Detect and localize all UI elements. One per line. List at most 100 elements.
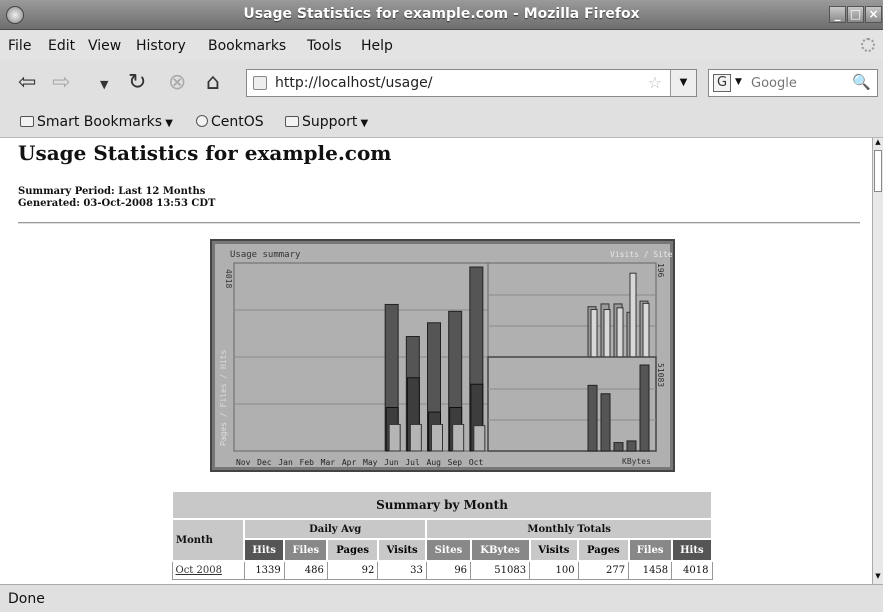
- menu-bookmarks[interactable]: Bookmarks: [208, 38, 286, 54]
- menu-bar: File Edit View History Bookmarks Tools H…: [0, 30, 883, 60]
- column-header: Hits: [242, 538, 286, 562]
- table-cell: 51083: [470, 560, 531, 580]
- site-favicon-icon: [253, 76, 267, 90]
- column-header: Visits: [528, 538, 580, 562]
- home-icon[interactable]: ⌂: [206, 70, 220, 95]
- divider: [18, 222, 860, 224]
- bookmark-smart-bookmarks[interactable]: Smart Bookmarks ▼: [20, 114, 173, 130]
- table-row: Oct 2008 1339 486 92 33 96 51083 100 277…: [171, 560, 713, 580]
- chart-title: Usage summary: [230, 250, 301, 260]
- column-header: Sites: [425, 538, 472, 562]
- menu-view[interactable]: View: [88, 38, 121, 54]
- sites-bar: [590, 309, 598, 358]
- scroll-thumb[interactable]: [874, 150, 882, 192]
- sites-bar: [642, 302, 650, 358]
- kbytes-bar: [613, 442, 624, 452]
- sites-bar: [629, 272, 637, 358]
- window-title: Usage Statistics for example.com - Mozil…: [243, 6, 640, 22]
- reload-icon[interactable]: ↻: [128, 70, 146, 95]
- month-link[interactable]: Oct 2008: [171, 560, 245, 580]
- x-tick-label: Jul: [405, 458, 420, 467]
- page-icon: [196, 115, 208, 127]
- url-bar[interactable]: http://localhost/usage/ ☆ ▼: [246, 69, 697, 97]
- chart-left-max-label: 4018: [224, 269, 233, 288]
- chart-legend-right: Visits / Sites: [610, 250, 673, 259]
- kbytes-bar: [626, 440, 637, 452]
- bookmark-support[interactable]: Support ▼: [285, 114, 368, 130]
- usage-summary-chart: Usage summary Visits / Sites Pages / Fil…: [210, 239, 675, 472]
- table-cell: 96: [425, 560, 472, 580]
- x-tick-label: Feb: [300, 458, 315, 467]
- x-tick-label: Aug: [427, 458, 442, 467]
- page-content: Usage Statistics for example.com Summary…: [0, 138, 872, 584]
- table-caption: Summary by Month: [171, 490, 713, 520]
- pages-bar: [431, 423, 443, 452]
- month-column-header: Month: [171, 518, 245, 562]
- chart-right-top-max-label: 196: [656, 263, 665, 278]
- bookmarks-toolbar: Smart Bookmarks ▼ CentOS Support ▼: [0, 106, 883, 138]
- x-tick-label: Jun: [384, 458, 399, 467]
- column-header: Pages: [326, 538, 379, 562]
- folder-icon: [20, 116, 34, 127]
- table-cell: 33: [377, 560, 427, 580]
- bookmark-star-icon[interactable]: ☆: [648, 73, 662, 92]
- menu-tools[interactable]: Tools: [307, 38, 342, 54]
- x-tick-label: Nov: [236, 458, 251, 467]
- bookmark-centos[interactable]: CentOS: [196, 114, 264, 130]
- kbytes-bar: [600, 393, 611, 452]
- sites-bar: [603, 309, 611, 358]
- search-engine-dropdown-icon[interactable]: ▼: [735, 77, 742, 87]
- status-bar: Done: [0, 584, 883, 612]
- navigation-toolbar: ⇦ ⇨ ▼ ↻ ⊗ ⌂ http://localhost/usage/ ☆ ▼ …: [0, 60, 883, 106]
- activity-throbber-icon: [861, 38, 875, 52]
- table-cell: 1339: [243, 560, 285, 580]
- table-cell: 100: [529, 560, 579, 580]
- column-header: KBytes: [469, 538, 531, 562]
- table-cell: 92: [326, 560, 379, 580]
- forward-arrow-icon[interactable]: ⇨: [52, 70, 70, 95]
- kbytes-bar: [587, 384, 598, 452]
- menu-help[interactable]: Help: [361, 38, 393, 54]
- column-header: Files: [627, 538, 673, 562]
- scroll-down-icon[interactable]: ▼: [873, 572, 883, 584]
- page-title: Usage Statistics for example.com: [18, 141, 392, 165]
- x-tick-label: Sep: [448, 458, 463, 467]
- generated-timestamp: Generated: 03-Oct-2008 13:53 CDT: [18, 198, 216, 209]
- chart-kbytes-label: KBytes: [622, 457, 651, 466]
- x-tick-label: Mar: [321, 458, 336, 467]
- chart-right-bottom-max-label: 51083: [656, 363, 665, 387]
- monthly-totals-header: Monthly Totals: [425, 518, 713, 540]
- back-arrow-icon[interactable]: ⇦: [18, 70, 36, 95]
- pages-bar: [388, 423, 401, 452]
- x-tick-label: Jan: [278, 458, 293, 467]
- chevron-down-icon: ▼: [357, 118, 369, 129]
- window-title-bar: Usage Statistics for example.com - Mozil…: [0, 0, 883, 30]
- pages-bar: [409, 423, 422, 452]
- search-icon[interactable]: 🔍: [852, 73, 871, 91]
- sites-bar: [616, 307, 624, 358]
- menu-file[interactable]: File: [8, 38, 31, 54]
- url-text[interactable]: http://localhost/usage/: [275, 75, 432, 91]
- search-engine-icon[interactable]: G: [713, 74, 731, 92]
- history-dropdown-icon[interactable]: ▼: [100, 78, 108, 91]
- url-dropdown-icon[interactable]: ▼: [670, 70, 696, 96]
- x-tick-label: May: [363, 458, 378, 467]
- status-text: Done: [8, 591, 45, 607]
- table-cell: 486: [283, 560, 328, 580]
- vertical-scrollbar[interactable]: ▲ ▼: [872, 138, 883, 584]
- kbytes-bar: [639, 364, 650, 452]
- search-bar[interactable]: G ▼ 🔍: [708, 69, 878, 97]
- menu-history[interactable]: History: [136, 38, 186, 54]
- table-cell: 277: [577, 560, 630, 580]
- column-header: Files: [283, 538, 329, 562]
- menu-edit[interactable]: Edit: [48, 38, 75, 54]
- chevron-down-icon: ▼: [162, 118, 173, 129]
- close-button[interactable]: ×: [865, 6, 882, 23]
- search-input[interactable]: [749, 73, 849, 93]
- maximize-button[interactable]: □: [847, 6, 864, 23]
- scroll-up-icon[interactable]: ▲: [873, 138, 883, 150]
- minimize-button[interactable]: _: [829, 6, 846, 23]
- folder-icon: [285, 116, 299, 127]
- daily-avg-header: Daily Avg: [242, 518, 428, 540]
- stop-icon[interactable]: ⊗: [168, 70, 186, 95]
